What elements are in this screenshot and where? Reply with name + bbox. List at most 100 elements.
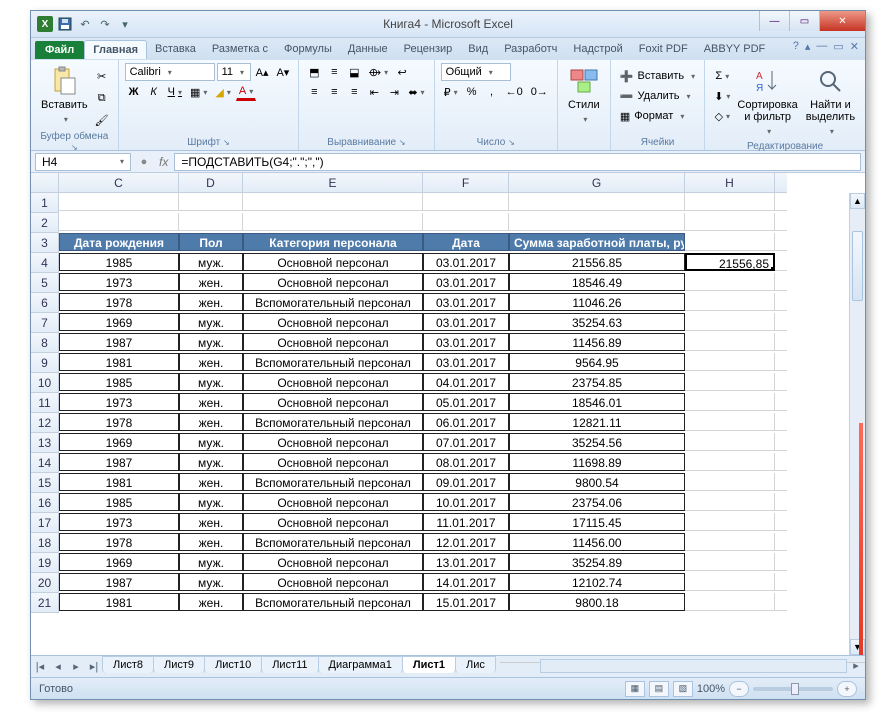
ribbon-tab-1[interactable]: Вставка: [147, 40, 204, 59]
row-header-7[interactable]: 7: [31, 313, 59, 333]
doc-restore-icon[interactable]: ▭: [833, 40, 843, 53]
wrap-text-icon[interactable]: ↩: [393, 63, 411, 81]
font-color-icon[interactable]: A: [236, 83, 256, 101]
data-cell[interactable]: Вспомогательный персонал: [243, 533, 423, 551]
cell[interactable]: [243, 193, 423, 211]
data-cell[interactable]: 12.01.2017: [423, 533, 509, 551]
row-header-6[interactable]: 6: [31, 293, 59, 313]
cell[interactable]: [685, 573, 775, 591]
row-header-19[interactable]: 19: [31, 553, 59, 573]
view-normal-icon[interactable]: ▦: [625, 681, 645, 697]
ribbon-tab-10[interactable]: ABBYY PDF: [696, 40, 774, 59]
cell[interactable]: [59, 193, 179, 211]
data-cell[interactable]: 03.01.2017: [423, 293, 509, 311]
clear-icon[interactable]: ◇: [711, 107, 733, 125]
row-header-15[interactable]: 15: [31, 473, 59, 493]
border-icon[interactable]: ▦: [187, 83, 210, 101]
data-cell[interactable]: жен.: [179, 273, 243, 291]
data-cell[interactable]: 35254.63: [509, 313, 685, 331]
row-header-4[interactable]: 4: [31, 253, 59, 273]
data-cell[interactable]: 06.01.2017: [423, 413, 509, 431]
fill-color-icon[interactable]: ◢: [212, 83, 233, 101]
data-cell[interactable]: 12102.74: [509, 573, 685, 591]
data-cell[interactable]: Вспомогательный персонал: [243, 473, 423, 491]
data-cell[interactable]: 9800.18: [509, 593, 685, 611]
data-cell[interactable]: Основной персонал: [243, 453, 423, 471]
data-cell[interactable]: 09.01.2017: [423, 473, 509, 491]
data-cell[interactable]: 1981: [59, 353, 179, 371]
data-cell[interactable]: 15.01.2017: [423, 593, 509, 611]
cell[interactable]: [685, 473, 775, 491]
data-cell[interactable]: жен.: [179, 393, 243, 411]
cell[interactable]: [179, 193, 243, 211]
decrease-decimal-icon[interactable]: 0→: [528, 83, 551, 101]
data-cell[interactable]: 05.01.2017: [423, 393, 509, 411]
sheet-tab[interactable]: Диаграмма1: [318, 656, 403, 673]
row-header-10[interactable]: 10: [31, 373, 59, 393]
cell[interactable]: [509, 213, 685, 231]
row-header-11[interactable]: 11: [31, 393, 59, 413]
sheet-tab[interactable]: Лист11: [261, 656, 318, 673]
file-tab[interactable]: Файл: [35, 41, 84, 59]
data-cell[interactable]: муж.: [179, 253, 243, 271]
scroll-right-icon[interactable]: ▸: [847, 657, 865, 675]
col-header-H[interactable]: H: [685, 173, 775, 193]
sheet-nav-first-icon[interactable]: |◂: [31, 658, 49, 676]
data-cell[interactable]: Основной персонал: [243, 333, 423, 351]
grow-font-icon[interactable]: A▴: [253, 63, 272, 81]
data-cell[interactable]: 1985: [59, 253, 179, 271]
data-cell[interactable]: муж.: [179, 573, 243, 591]
font-name-select[interactable]: Calibri: [125, 63, 215, 81]
autosum-icon[interactable]: Σ: [711, 67, 733, 85]
cell[interactable]: [685, 213, 775, 231]
number-format-select[interactable]: Общий: [441, 63, 511, 81]
spreadsheet-grid[interactable]: CDEFGH123Дата рожденияПолКатегория персо…: [31, 173, 865, 655]
select-all-corner[interactable]: [31, 173, 59, 193]
data-cell[interactable]: 1985: [59, 373, 179, 391]
data-cell[interactable]: 1981: [59, 473, 179, 491]
number-dialog-icon[interactable]: ↘: [508, 138, 515, 147]
data-cell[interactable]: 03.01.2017: [423, 333, 509, 351]
data-cell[interactable]: Основной персонал: [243, 573, 423, 591]
cell[interactable]: [685, 293, 775, 311]
delete-cells-button[interactable]: ➖Удалить: [617, 87, 698, 105]
data-cell[interactable]: 1973: [59, 393, 179, 411]
sheet-tab[interactable]: Лист9: [153, 656, 205, 673]
row-header-8[interactable]: 8: [31, 333, 59, 353]
data-cell[interactable]: 1981: [59, 593, 179, 611]
help-icon[interactable]: ?: [793, 40, 799, 53]
cell[interactable]: [685, 513, 775, 531]
minimize-ribbon-icon[interactable]: ▴: [805, 40, 811, 53]
data-cell[interactable]: жен.: [179, 293, 243, 311]
cell[interactable]: [685, 433, 775, 451]
ribbon-tab-0[interactable]: Главная: [84, 40, 147, 59]
sheet-tab[interactable]: Лист10: [204, 656, 262, 673]
underline-button[interactable]: Ч: [165, 83, 185, 101]
copy-icon[interactable]: ⧉: [92, 89, 112, 107]
ribbon-tab-4[interactable]: Данные: [340, 40, 396, 59]
paste-button[interactable]: Вставить: [37, 63, 92, 129]
data-cell[interactable]: Основной персонал: [243, 393, 423, 411]
data-cell[interactable]: 1987: [59, 453, 179, 471]
minimize-button[interactable]: —: [759, 11, 789, 31]
data-cell[interactable]: Основной персонал: [243, 493, 423, 511]
find-select-button[interactable]: Найти и выделить: [802, 63, 859, 139]
data-cell[interactable]: муж.: [179, 433, 243, 451]
row-header-2[interactable]: 2: [31, 213, 59, 233]
save-icon[interactable]: [57, 16, 73, 32]
formula-bar[interactable]: =ПОДСТАВИТЬ(G4;".";","): [174, 153, 861, 171]
data-cell[interactable]: 11456.89: [509, 333, 685, 351]
data-cell[interactable]: муж.: [179, 313, 243, 331]
row-header-18[interactable]: 18: [31, 533, 59, 553]
data-cell[interactable]: 1985: [59, 493, 179, 511]
sheet-tab[interactable]: Лист1: [402, 656, 456, 673]
data-cell[interactable]: 1987: [59, 573, 179, 591]
cell[interactable]: [685, 553, 775, 571]
increase-indent-icon[interactable]: ⇥: [385, 83, 403, 101]
row-header-20[interactable]: 20: [31, 573, 59, 593]
col-header-C[interactable]: C: [59, 173, 179, 193]
data-cell[interactable]: 1969: [59, 433, 179, 451]
col-header-E[interactable]: E: [243, 173, 423, 193]
maximize-button[interactable]: ▭: [789, 11, 819, 31]
cell[interactable]: [685, 393, 775, 411]
